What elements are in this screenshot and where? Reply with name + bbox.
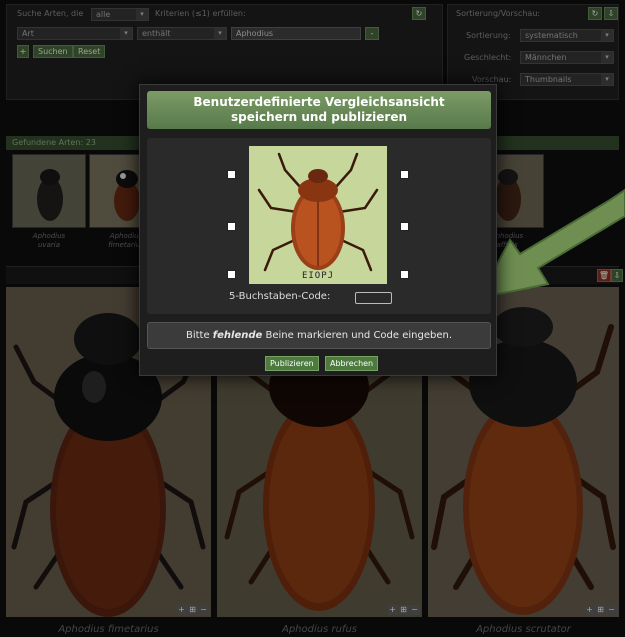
dialog-title: Benutzerdefinierte Vergleichsansicht spe… (147, 91, 491, 129)
captcha-box: EIOPJ 5-Buchstaben-Code: (147, 138, 491, 314)
captcha-beetle-image: EIOPJ (249, 146, 387, 284)
leg-checkbox-mid-left[interactable] (227, 222, 236, 231)
code-label: 5-Buchstaben-Code: (229, 291, 331, 302)
publish-dialog: Benutzerdefinierte Vergleichsansicht spe… (139, 84, 497, 376)
cancel-button[interactable]: Abbrechen (325, 356, 379, 371)
leg-checkbox-top-left[interactable] (227, 170, 236, 179)
instruction-hint: Bitte fehlende Beine markieren und Code … (147, 322, 491, 349)
leg-checkbox-mid-right[interactable] (400, 222, 409, 231)
captcha-code-text: EIOPJ (301, 271, 335, 281)
publish-button[interactable]: Publizieren (265, 356, 319, 371)
leg-checkbox-bottom-left[interactable] (227, 270, 236, 279)
captcha-code-input[interactable] (355, 292, 392, 304)
leg-checkbox-top-right[interactable] (400, 170, 409, 179)
leg-checkbox-bottom-right[interactable] (400, 270, 409, 279)
